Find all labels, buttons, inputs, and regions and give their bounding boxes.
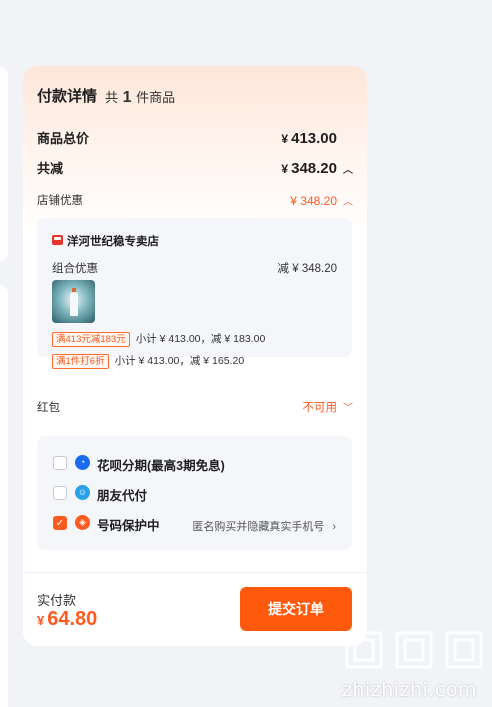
- promo-tag: 满1件打6折: [52, 354, 109, 369]
- red-packet-label: 红包: [37, 402, 60, 414]
- goods-total-label: 商品总价: [37, 131, 90, 146]
- watermark-text: zhizhizhi.com: [342, 679, 478, 701]
- total-paid-label: 实付款: [37, 593, 77, 608]
- combo-discount-amount: 减 ¥ 348.20: [277, 263, 337, 275]
- divider: [23, 572, 367, 573]
- store-icon: [52, 235, 63, 245]
- shop-name[interactable]: 洋河世纪稳专卖店: [67, 233, 159, 249]
- item-count-number: 1: [122, 89, 132, 106]
- watermark-logo: [444, 630, 484, 670]
- payment-options-panel: ◔ 花呗分期(最高3期免息) ☺ 朋友代付 ✓ ◈ 号码保护中 匿名购买并隐藏真…: [37, 436, 352, 550]
- chevron-up-icon: ︿: [343, 165, 353, 176]
- page-title: 付款详情: [37, 88, 98, 105]
- total-paid-amount: ¥64.80: [37, 608, 98, 630]
- total-discount-toggle[interactable]: ¥348.20 ︿: [281, 160, 353, 177]
- shield-icon: ◈: [75, 515, 90, 530]
- number-protection-label[interactable]: 号码保护中: [97, 515, 160, 534]
- payment-details-card: 付款详情 共 1 件商品 商品总价 ¥413.00 共减 ¥348.20 ︿ 店铺…: [23, 66, 367, 646]
- number-protection-hint[interactable]: 匿名购买并隐藏真实手机号 ›: [192, 518, 336, 534]
- chevron-down-icon: ﹀: [343, 403, 353, 414]
- submit-order-button[interactable]: 提交订单: [240, 587, 352, 631]
- watermark-logo: [344, 630, 384, 670]
- huabei-icon: ◔: [75, 455, 90, 470]
- friend-pay-option-label[interactable]: 朋友代付: [97, 485, 147, 504]
- total-discount-label: 共减: [37, 161, 64, 176]
- number-protection-checkbox[interactable]: ✓: [53, 516, 67, 530]
- chevron-up-icon: ︿: [343, 197, 353, 208]
- store-discount-toggle[interactable]: ¥ 348.20 ︿: [290, 193, 353, 208]
- left-panel-top: [0, 66, 8, 262]
- chevron-right-icon: ›: [332, 521, 336, 533]
- goods-total-amount: ¥413.00: [281, 130, 337, 147]
- red-packet-select[interactable]: 不可用 ﹀: [303, 399, 354, 415]
- store-discount-label: 店铺优惠: [37, 195, 83, 207]
- combo-discount-label: 组合优惠: [52, 263, 98, 275]
- item-count: 共 1 件商品: [105, 89, 176, 106]
- product-thumbnail[interactable]: [52, 280, 95, 323]
- friend-pay-checkbox[interactable]: [53, 486, 67, 500]
- huabei-checkbox[interactable]: [53, 456, 67, 470]
- friend-pay-icon: ☺: [75, 485, 90, 500]
- watermark-logo: [394, 630, 434, 670]
- promo-row: 满1件打6折 小计 ¥ 413.00，减 ¥ 165.20: [52, 353, 244, 369]
- left-panel-bottom: [0, 284, 8, 707]
- shop-discount-panel: 洋河世纪稳专卖店 组合优惠 减 ¥ 348.20 满413元减183元 小计 ¥ …: [37, 218, 352, 357]
- promo-row: 满413元减183元 小计 ¥ 413.00，减 ¥ 183.00: [52, 331, 265, 347]
- promo-tag: 满413元减183元: [52, 332, 130, 347]
- huabei-option-label[interactable]: 花呗分期(最高3期免息): [97, 455, 225, 474]
